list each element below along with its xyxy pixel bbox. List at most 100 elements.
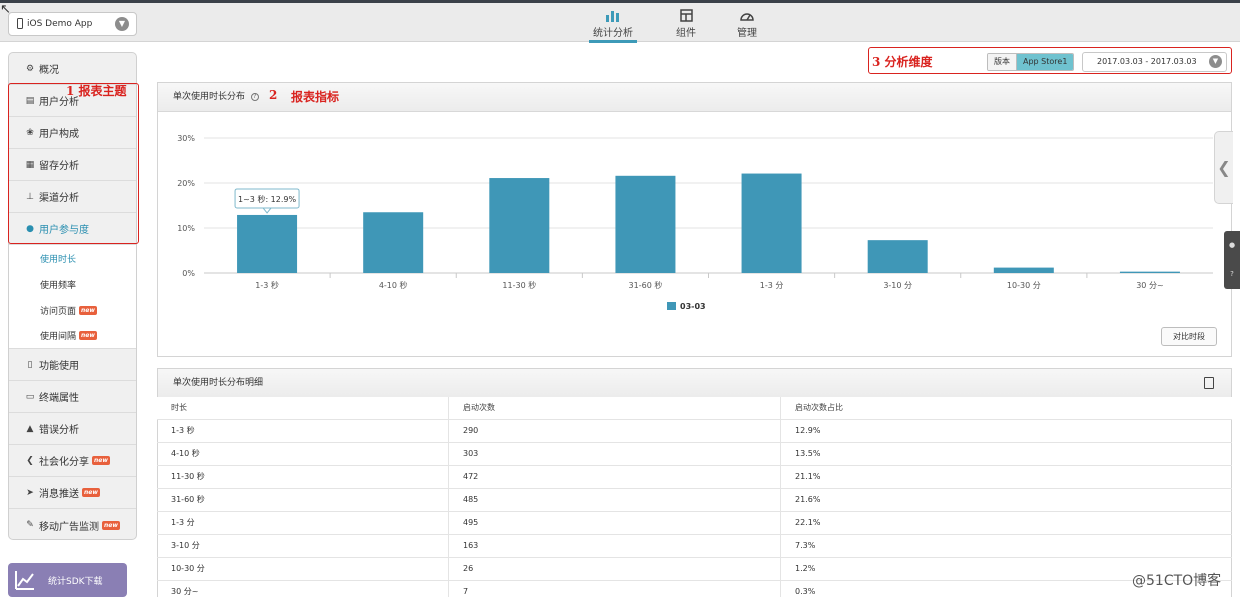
table-row: 4-10 秒 303 13.5% xyxy=(157,443,1232,466)
mouse-cursor-icon: ↖ xyxy=(0,2,11,17)
sidebar-item-label: 错误分析 xyxy=(39,425,79,436)
tooltip-text: 1~3 秒: 12.9% xyxy=(238,194,296,204)
sidebar-subitem-label: 使用间隔 xyxy=(40,332,77,342)
share-icon: ❮ xyxy=(26,455,34,466)
nav-tab-statistics-label: 统计分析 xyxy=(593,28,633,39)
new-badge: new xyxy=(82,488,100,497)
table-cell: 10-30 分 xyxy=(171,564,205,573)
chevron-left-icon: ❮ xyxy=(1217,158,1231,177)
nav-tab-management-label: 管理 xyxy=(737,28,757,39)
sidebar-item-label: 消息推送 xyxy=(39,489,79,500)
sdk-download-label: 统计SDK下载 xyxy=(48,576,103,587)
sidebar-subitem-interval[interactable]: 使用间隔 new xyxy=(9,323,136,349)
table-cell: 303 xyxy=(448,443,780,465)
nav-tab-management[interactable]: 管理 xyxy=(723,9,771,39)
legend-label: 03-03 xyxy=(680,302,706,311)
x-tick-label: 30 分~ xyxy=(1136,281,1163,290)
nav-tab-components[interactable]: 组件 xyxy=(662,9,710,39)
new-badge: new xyxy=(92,456,110,465)
trend-chart-icon xyxy=(15,571,34,590)
question-icon[interactable]: ? xyxy=(1224,260,1240,289)
annotation-report-metric: 报表指标 xyxy=(291,90,340,104)
ad-icon: ✎ xyxy=(26,520,34,530)
gear-icon: ⚙ xyxy=(25,63,35,74)
sidebar-item-label: 社会化分享 xyxy=(39,457,89,468)
device-icon: ▭ xyxy=(25,391,35,402)
chart-title: 单次使用时长分布 xyxy=(173,92,246,102)
sidebar-item-device[interactable]: ▭ 终端属性 xyxy=(9,381,136,413)
app-selector[interactable]: iOS Demo App ▼ xyxy=(8,12,137,36)
bar xyxy=(615,175,676,273)
nav-tab-statistics[interactable]: 统计分析 xyxy=(589,9,637,43)
help-icon[interactable]: ? xyxy=(250,93,259,101)
date-range-value: 2017.03.03 - 2017.03.03 xyxy=(1097,57,1197,66)
x-tick-label: 4-10 秒 xyxy=(379,280,408,290)
floating-help-tab[interactable]: ● ? xyxy=(1224,231,1240,289)
bar-chart-icon xyxy=(606,11,619,22)
table-cell: 495 xyxy=(448,512,780,534)
chevron-down-icon[interactable]: ▼ xyxy=(115,17,129,31)
y-tick-label: 10% xyxy=(177,224,195,233)
y-tick-label: 30% xyxy=(177,134,195,143)
bar xyxy=(741,173,802,273)
table-cell: 4-10 秒 xyxy=(171,449,200,458)
sidebar-item-overview[interactable]: ⚙ 概况 xyxy=(9,53,136,85)
annotation-report-subject: 1 报表主题 xyxy=(66,84,127,98)
sidebar-item-push[interactable]: ➤ 消息推送 new xyxy=(9,477,136,509)
table-cell: 21.6% xyxy=(780,489,1232,511)
watermark: @51CTO博客 xyxy=(1132,573,1222,589)
table-cell: 485 xyxy=(448,489,780,511)
compare-period-button[interactable]: 对比时段 xyxy=(1161,327,1217,346)
x-tick-label: 31-60 秒 xyxy=(629,280,663,290)
sidebar-item-errors[interactable]: ▲ 错误分析 xyxy=(9,413,136,445)
sidebar-item-ad-monitor[interactable]: ✎ 移动广告监测 new xyxy=(9,509,136,541)
sidebar-item-share[interactable]: ❮ 社会化分享 new xyxy=(9,445,136,477)
table-row: 1-3 秒 290 12.9% xyxy=(157,420,1232,443)
table-row: 1-3 分 495 22.1% xyxy=(157,512,1232,535)
detail-table-header: 单次使用时长分布明细 xyxy=(158,369,1231,398)
send-icon: ➤ xyxy=(26,487,34,498)
table-column-header: 启动次数占比 xyxy=(780,397,1232,419)
table-cell: 3-10 分 xyxy=(171,541,200,550)
table-cell: 290 xyxy=(448,420,780,442)
export-icon[interactable] xyxy=(1204,377,1214,389)
table-row: 3-10 分 163 7.3% xyxy=(157,535,1232,558)
table-cell: 472 xyxy=(448,466,780,488)
warning-icon: ▲ xyxy=(26,423,34,434)
bar xyxy=(237,214,298,273)
date-range-picker[interactable]: 2017.03.03 - 2017.03.03 ▼ xyxy=(1082,52,1227,72)
bar xyxy=(867,240,928,273)
bar xyxy=(1119,271,1180,273)
sidebar-item-label: 功能使用 xyxy=(39,361,79,372)
x-tick-label: 1-3 分 xyxy=(760,281,784,290)
table-row: 31-60 秒 485 21.6% xyxy=(157,489,1232,512)
chat-icon[interactable]: ● xyxy=(1224,231,1240,260)
version-value[interactable]: App Store1 xyxy=(1017,54,1074,70)
new-badge: new xyxy=(79,331,97,340)
table-row: 30 分~ 7 0.3% xyxy=(157,581,1232,597)
sidebar-subitem-frequency[interactable]: 使用频率 xyxy=(9,271,136,297)
table-cell: 1-3 分 xyxy=(171,518,195,527)
table-row: 10-30 分 26 1.2% xyxy=(157,558,1232,581)
nav-tab-components-label: 组件 xyxy=(676,28,696,39)
table-cell: 21.1% xyxy=(780,466,1232,488)
detail-table-title: 单次使用时长分布明细 xyxy=(173,378,264,388)
sidebar-subitem-pages[interactable]: 访问页面 new xyxy=(9,297,136,323)
x-tick-label: 11-30 秒 xyxy=(502,280,536,290)
annotation-metric-number: 2 xyxy=(269,88,278,102)
table-column-header: 时长 xyxy=(171,403,187,412)
version-label: 版本 xyxy=(988,54,1017,70)
version-filter[interactable]: 版本 App Store1 xyxy=(987,53,1075,71)
collapse-panel-tab[interactable]: ❮ xyxy=(1214,131,1233,204)
sdk-download-button[interactable]: 统计SDK下载 xyxy=(8,563,127,597)
sidebar-item-label: 终端属性 xyxy=(39,393,79,404)
tooltip-pointer xyxy=(262,207,273,214)
sidebar-subitem-label: 使用频率 xyxy=(40,280,77,291)
sidebar-subitem-duration[interactable]: 使用时长 xyxy=(9,245,136,271)
chevron-down-icon[interactable]: ▼ xyxy=(1209,55,1222,68)
sidebar-item-feature-usage[interactable]: ▯ 功能使用 xyxy=(9,349,136,381)
gauge-icon xyxy=(740,13,754,21)
bar-chart: 0% 10% 20% 30% 1-3 秒 4-10 秒 11-30 秒 31-60 秒 1-3 … xyxy=(177,134,1213,311)
table-column-header: 启动次数 xyxy=(448,397,780,419)
legend-swatch xyxy=(667,302,676,310)
